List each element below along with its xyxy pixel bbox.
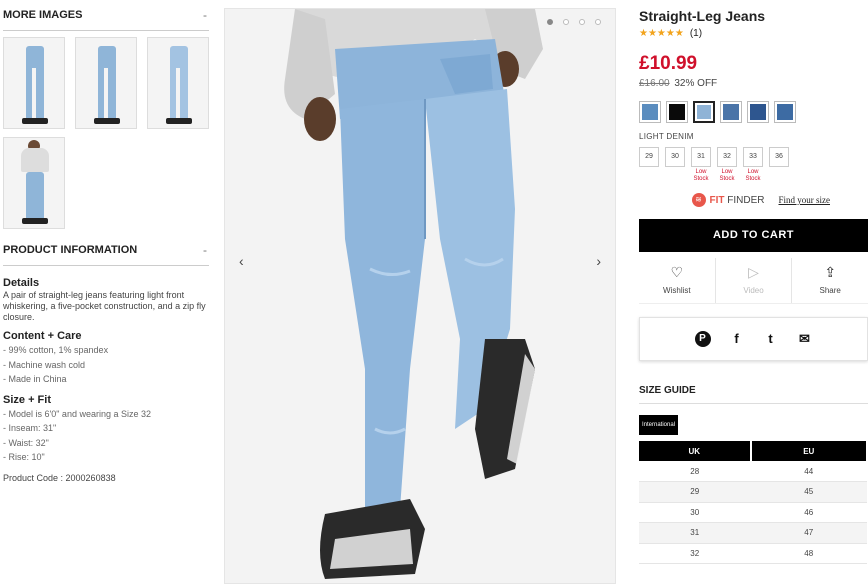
- table-row: 31 47: [639, 522, 867, 544]
- carousel-dot[interactable]: [563, 19, 569, 25]
- star-rating-icon: ★★★★★: [639, 28, 684, 39]
- discount-percent: 32% OFF: [674, 78, 718, 89]
- stock-label: Low Stock: [693, 169, 709, 182]
- thumbnail-front[interactable]: [3, 37, 65, 129]
- color-swatch[interactable]: [774, 101, 796, 123]
- next-image-arrow[interactable]: ›: [596, 253, 601, 269]
- product-code: Product Code : 2000260838: [3, 472, 116, 483]
- product-title: Straight-Leg Jeans: [639, 8, 766, 24]
- stock-label: Low Stock: [745, 169, 761, 182]
- carousel-dot[interactable]: [595, 19, 601, 25]
- table-row: 29 45: [639, 481, 867, 503]
- product-page: MORE IMAGES - PRODUCT INFORMATION - Deta…: [0, 0, 868, 584]
- share-button[interactable]: ⇪ Share: [792, 258, 868, 303]
- selected-color-name: LIGHT DENIM: [639, 132, 694, 141]
- original-price: £16.00: [639, 78, 670, 89]
- size-option[interactable]: 33: [743, 147, 763, 167]
- column-header: EU: [750, 441, 868, 461]
- size-item: - Model is 6'0" and wearing a Size 32: [3, 408, 151, 419]
- facebook-icon[interactable]: f: [729, 331, 745, 347]
- carousel-dots: [547, 19, 601, 25]
- table-row: 28 44: [639, 461, 867, 482]
- more-images-header[interactable]: MORE IMAGES -: [3, 8, 209, 31]
- color-swatch[interactable]: [720, 101, 742, 123]
- color-swatch-selected[interactable]: [693, 101, 715, 123]
- color-swatches: [639, 101, 868, 123]
- thumbnail-full-body[interactable]: [3, 137, 65, 229]
- prev-image-arrow[interactable]: ‹: [239, 253, 244, 269]
- share-icon: ⇪: [824, 264, 837, 280]
- pinterest-icon[interactable]: P: [694, 331, 711, 347]
- collapse-toggle[interactable]: -: [203, 8, 209, 22]
- size-guide-table: UK EU 28 44 29 45 30 46 31 47 32 48: [639, 441, 868, 564]
- email-icon[interactable]: ✉: [797, 331, 813, 347]
- content-item: - Machine wash cold: [3, 359, 86, 370]
- find-your-size-link[interactable]: Find your size: [779, 195, 831, 205]
- carousel-dot[interactable]: [579, 19, 585, 25]
- color-swatch[interactable]: [666, 101, 688, 123]
- jeans-model-image: [284, 9, 543, 579]
- stock-label: Low Stock: [719, 169, 735, 182]
- heart-icon: ♡: [670, 264, 684, 280]
- size-item: - Waist: 32": [3, 437, 49, 448]
- column-header: UK: [639, 441, 752, 461]
- product-information-header[interactable]: PRODUCT INFORMATION -: [3, 243, 209, 266]
- add-to-cart-button[interactable]: ADD TO CART: [639, 219, 868, 252]
- review-count[interactable]: (1): [690, 28, 702, 39]
- content-item: - Made in China: [3, 374, 67, 384]
- content-heading: Content + Care: [3, 330, 82, 342]
- thumbnail-back[interactable]: [147, 37, 209, 129]
- details-heading: Details: [3, 277, 40, 289]
- carousel-dot[interactable]: [547, 19, 553, 25]
- size-option[interactable]: 36: [769, 147, 789, 167]
- size-guide-tab-international[interactable]: International: [639, 415, 679, 435]
- right-column: Straight-Leg Jeans ★★★★★ (1) £10.99 £16.…: [639, 8, 868, 564]
- thumbnail-side[interactable]: [75, 37, 137, 129]
- product-details: Details A pair of straight-leg jeans fea…: [3, 278, 209, 484]
- size-selector: 29 30 31 Low Stock 32 Low Stock 33 Low S…: [639, 147, 868, 183]
- play-icon: ▷: [748, 264, 759, 280]
- table-row: 30 46: [639, 502, 867, 523]
- size-item: - Inseam: 31": [3, 423, 57, 433]
- social-share-bar: P f t ✉: [639, 317, 868, 361]
- size-option[interactable]: 32: [717, 147, 737, 167]
- size-guide-title: SIZE GUIDE: [639, 385, 868, 404]
- size-option[interactable]: 30: [665, 147, 685, 167]
- size-item: - Rise: 10": [3, 452, 45, 462]
- more-images-title: MORE IMAGES: [3, 9, 83, 21]
- color-swatch[interactable]: [639, 101, 661, 123]
- thumbnail-grid: [3, 37, 209, 229]
- fit-finder-icon: ≋: [691, 193, 706, 207]
- fit-finder-row: ≋ FIT FINDER Find your size: [639, 193, 868, 207]
- table-row: 32 48: [639, 543, 867, 564]
- wishlist-button[interactable]: ♡ Wishlist: [639, 258, 716, 303]
- color-swatch[interactable]: [747, 101, 769, 123]
- fit-finder-label: FIT FINDER: [709, 194, 765, 206]
- size-option[interactable]: 29: [639, 147, 659, 167]
- rating[interactable]: ★★★★★ (1): [639, 28, 868, 39]
- price-discount-row: £16.00 32% OFF: [639, 78, 868, 89]
- size-fit-heading: Size + Fit: [3, 393, 51, 406]
- size-option[interactable]: 31: [691, 147, 711, 167]
- twitter-icon[interactable]: t: [763, 331, 779, 347]
- current-price: £10.99: [639, 53, 698, 74]
- product-information-title: PRODUCT INFORMATION: [3, 244, 138, 256]
- content-item: - 99% cotton, 1% spandex: [3, 345, 109, 355]
- main-product-image[interactable]: ‹ ›: [224, 8, 616, 584]
- product-actions: ♡ Wishlist ▷ Video ⇪ Share: [639, 258, 868, 304]
- video-button[interactable]: ▷ Video: [716, 258, 793, 303]
- collapse-toggle[interactable]: -: [203, 243, 209, 257]
- left-column: MORE IMAGES - PRODUCT INFORMATION - Deta…: [3, 8, 209, 484]
- details-text: A pair of straight-leg jeans featuring l…: [3, 290, 206, 322]
